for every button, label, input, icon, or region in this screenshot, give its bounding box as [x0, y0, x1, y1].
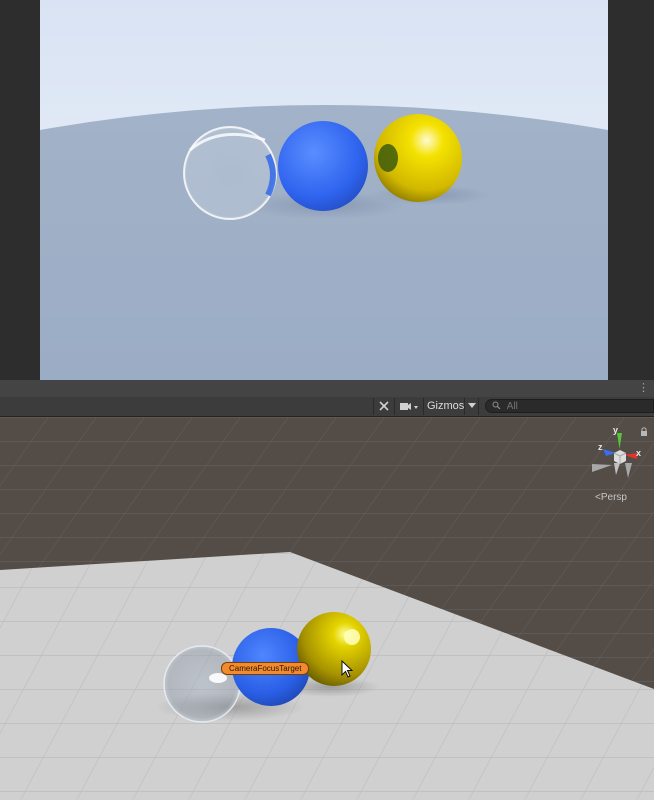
orientation-gizmo[interactable]: y x z	[586, 423, 654, 495]
axis-y-cone	[617, 433, 622, 449]
effects-icon	[378, 401, 389, 411]
scene-search-input[interactable]	[506, 400, 637, 412]
blue-sphere	[278, 121, 368, 211]
search-icon	[492, 401, 501, 409]
game-render	[40, 0, 608, 380]
chevron-down-icon	[467, 403, 476, 408]
gold-sphere	[374, 114, 462, 202]
gizmos-dropdown-button[interactable]	[464, 398, 479, 415]
scene-gold-sphere[interactable]	[297, 612, 371, 686]
scene-glass-sphere[interactable]	[163, 645, 241, 723]
scene-toolbar: Gizmos	[0, 397, 654, 417]
panel-splitter[interactable]: ⋮	[0, 380, 654, 398]
projection-toggle[interactable]: <Persp	[595, 492, 627, 503]
axis-x-label: x	[636, 448, 641, 458]
scene-view-panel[interactable]: y x z <Persp CameraFocusTarget	[0, 417, 654, 800]
game-viewport	[40, 0, 608, 380]
axis-z-label: z	[598, 442, 603, 452]
glass-sphere	[183, 126, 277, 220]
panel-menu-icon[interactable]: ⋮	[638, 381, 649, 395]
camera-icon	[400, 403, 418, 410]
effects-toggle-button[interactable]	[373, 398, 393, 415]
axis-y-label: y	[613, 425, 618, 435]
persp-label-text: Persp	[600, 492, 627, 503]
scene-render	[0, 417, 654, 800]
gizmos-button[interactable]: Gizmos	[423, 398, 464, 415]
lock-icon[interactable]	[641, 427, 647, 436]
scene-search-box[interactable]	[485, 399, 654, 413]
camera-focus-target-label[interactable]: CameraFocusTarget	[221, 662, 310, 675]
camera-settings-button[interactable]	[394, 398, 422, 415]
game-view-panel	[0, 0, 654, 380]
mouse-cursor-icon	[341, 660, 354, 678]
